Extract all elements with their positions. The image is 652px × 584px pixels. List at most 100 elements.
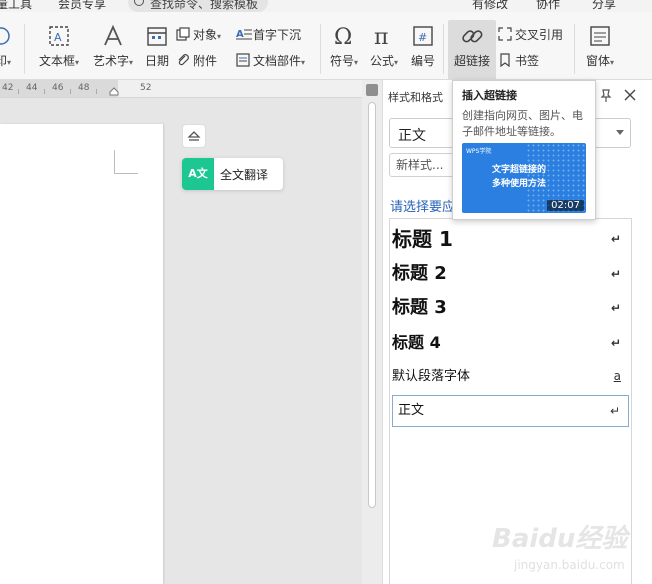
margin-corner-mark	[114, 150, 138, 174]
hyperlink-button[interactable]: 超链接	[448, 24, 496, 69]
chevron-down-icon	[616, 130, 624, 135]
paperclip-icon	[176, 53, 190, 67]
textbox-icon: A	[47, 24, 71, 48]
indent-marker-icon[interactable]	[109, 85, 119, 96]
print-label: 印	[0, 54, 7, 68]
search-icon	[134, 0, 144, 6]
symbol-label: 符号	[329, 54, 354, 68]
date-button[interactable]: 日期	[142, 24, 172, 69]
style-item-label: 默认段落字体	[392, 369, 471, 384]
translate-label: 全文翻译	[220, 168, 269, 182]
docparts-button[interactable]: 文档部件▾	[236, 52, 305, 69]
paragraph-mark-icon: ↵	[610, 267, 621, 281]
textbox-button[interactable]: A 文本框▾	[36, 24, 82, 69]
style-item-body[interactable]: 正文 ↵	[392, 395, 629, 427]
style-item-label: 标题 2	[392, 263, 447, 284]
video-brand: WPS学院	[466, 148, 492, 155]
docparts-label: 文档部件	[253, 54, 302, 68]
hyperlink-label: 超链接	[453, 54, 490, 68]
menu-tools[interactable]: 量工具	[0, 0, 32, 12]
panel-title: 样式和格式	[388, 91, 443, 104]
menu-bar: 量工具 会员专享 查找命令、搜索模板 有修改 协作 分享	[0, 0, 652, 12]
tooltip-description: 创建指向网页、图片、电子邮件地址等链接。	[462, 109, 583, 138]
forms-icon	[588, 24, 612, 48]
object-button[interactable]: 对象▾	[176, 26, 221, 43]
print-button[interactable]: 印▾	[0, 24, 18, 69]
ruler-number: 44	[26, 83, 38, 93]
tutorial-video-thumbnail[interactable]: WPS学院 文字超链接的 多种使用方法 02:07	[462, 143, 586, 213]
video-duration: 02:07	[547, 200, 584, 211]
new-style-button[interactable]: 新样式...	[389, 153, 459, 177]
calendar-icon	[145, 24, 169, 48]
full-translate-button[interactable]: A文 全文翻译	[182, 158, 283, 190]
tooltip-title: 插入超链接	[462, 89, 517, 102]
svg-text:#: #	[418, 31, 427, 44]
crossref-button[interactable]: 交叉引用	[498, 26, 563, 43]
pi-icon: π	[372, 24, 396, 50]
video-title: 文字超链接的 多种使用方法	[492, 163, 546, 191]
vertical-scrollbar[interactable]	[362, 80, 382, 584]
ruler-number: 46	[52, 83, 64, 93]
numbering-label: 编号	[410, 54, 435, 68]
svg-text:A: A	[236, 29, 244, 40]
style-item-label: 标题 4	[392, 333, 441, 352]
bookmark-label: 书签	[515, 54, 540, 68]
date-label: 日期	[144, 54, 169, 68]
pin-icon[interactable]	[599, 89, 613, 103]
formula-button[interactable]: π 公式▾	[366, 24, 402, 69]
collab-button[interactable]: 协作	[536, 0, 560, 12]
command-search[interactable]: 查找命令、搜索模板	[128, 0, 268, 12]
numbering-button[interactable]: # 编号	[408, 24, 438, 69]
watermark-logo: Baidu经验	[492, 524, 628, 554]
share-button[interactable]: 分享	[592, 0, 616, 12]
crossref-label: 交叉引用	[515, 28, 564, 42]
object-icon	[176, 27, 190, 41]
print-icon	[0, 24, 15, 48]
bookmark-icon	[498, 53, 512, 68]
paragraph-mark-icon: ↵	[609, 404, 620, 418]
paragraph-mark-icon: ↵	[610, 336, 621, 350]
scroll-up-arrow[interactable]	[366, 84, 378, 96]
style-item-heading-1[interactable]: 标题 1 ↵	[392, 223, 629, 255]
choose-style-label: 请选择要应	[390, 200, 456, 215]
video-title-line: 文字超链接的	[492, 165, 547, 175]
modified-status[interactable]: 有修改	[472, 0, 508, 12]
current-style-value: 正文	[398, 128, 426, 144]
dropcap-label: 首字下沉	[253, 28, 302, 42]
collapse-toolbar-button[interactable]	[182, 124, 206, 148]
eject-icon	[187, 131, 201, 141]
document-area[interactable]: A文 全文翻译	[0, 98, 362, 584]
paragraph-mark-icon: ↵	[610, 301, 621, 315]
style-item-heading-2[interactable]: 标题 2 ↵	[392, 259, 629, 289]
close-icon[interactable]	[623, 88, 637, 102]
symbol-button[interactable]: Ω 符号▾	[326, 24, 362, 69]
wordart-label: 艺术字	[92, 54, 129, 68]
dropcap-button[interactable]: A 首字下沉	[236, 26, 301, 43]
attachment-button[interactable]: 附件	[176, 52, 217, 69]
attachment-label: 附件	[193, 54, 218, 68]
style-item-heading-3[interactable]: 标题 3 ↵	[392, 293, 629, 323]
paragraph-mark-icon: ↵	[610, 232, 621, 246]
video-title-line: 多种使用方法	[492, 179, 547, 189]
forms-label: 窗体	[585, 54, 610, 68]
svg-text:Ω: Ω	[334, 25, 352, 48]
link-icon	[460, 24, 484, 48]
menu-member[interactable]: 会员专享	[58, 0, 106, 12]
search-placeholder: 查找命令、搜索模板	[150, 0, 259, 11]
bookmark-button[interactable]: 书签	[498, 52, 539, 69]
style-item-default-font[interactable]: 默认段落字体 a	[392, 365, 629, 387]
style-item-label: 标题 3	[392, 297, 447, 318]
object-label: 对象	[193, 28, 218, 42]
crossref-icon	[498, 27, 512, 41]
scrollbar-thumb[interactable]	[368, 102, 376, 508]
horizontal-ruler: 42 44 46 48 52	[0, 80, 362, 98]
document-page[interactable]	[0, 124, 163, 584]
dropcap-icon: A	[236, 27, 252, 41]
forms-button[interactable]: 窗体▾	[580, 24, 620, 69]
style-item-label: 正文	[398, 403, 425, 418]
insert-ribbon: 印▾ A 文本框▾ 艺术字▾ 日期 对象▾ 附件 A 首字下沉 文档部件▾ Ω …	[0, 12, 652, 80]
character-style-icon: a	[613, 369, 621, 383]
wordart-button[interactable]: 艺术字▾	[90, 24, 136, 69]
svg-text:A: A	[54, 31, 62, 44]
style-item-heading-4[interactable]: 标题 4 ↵	[392, 329, 629, 357]
